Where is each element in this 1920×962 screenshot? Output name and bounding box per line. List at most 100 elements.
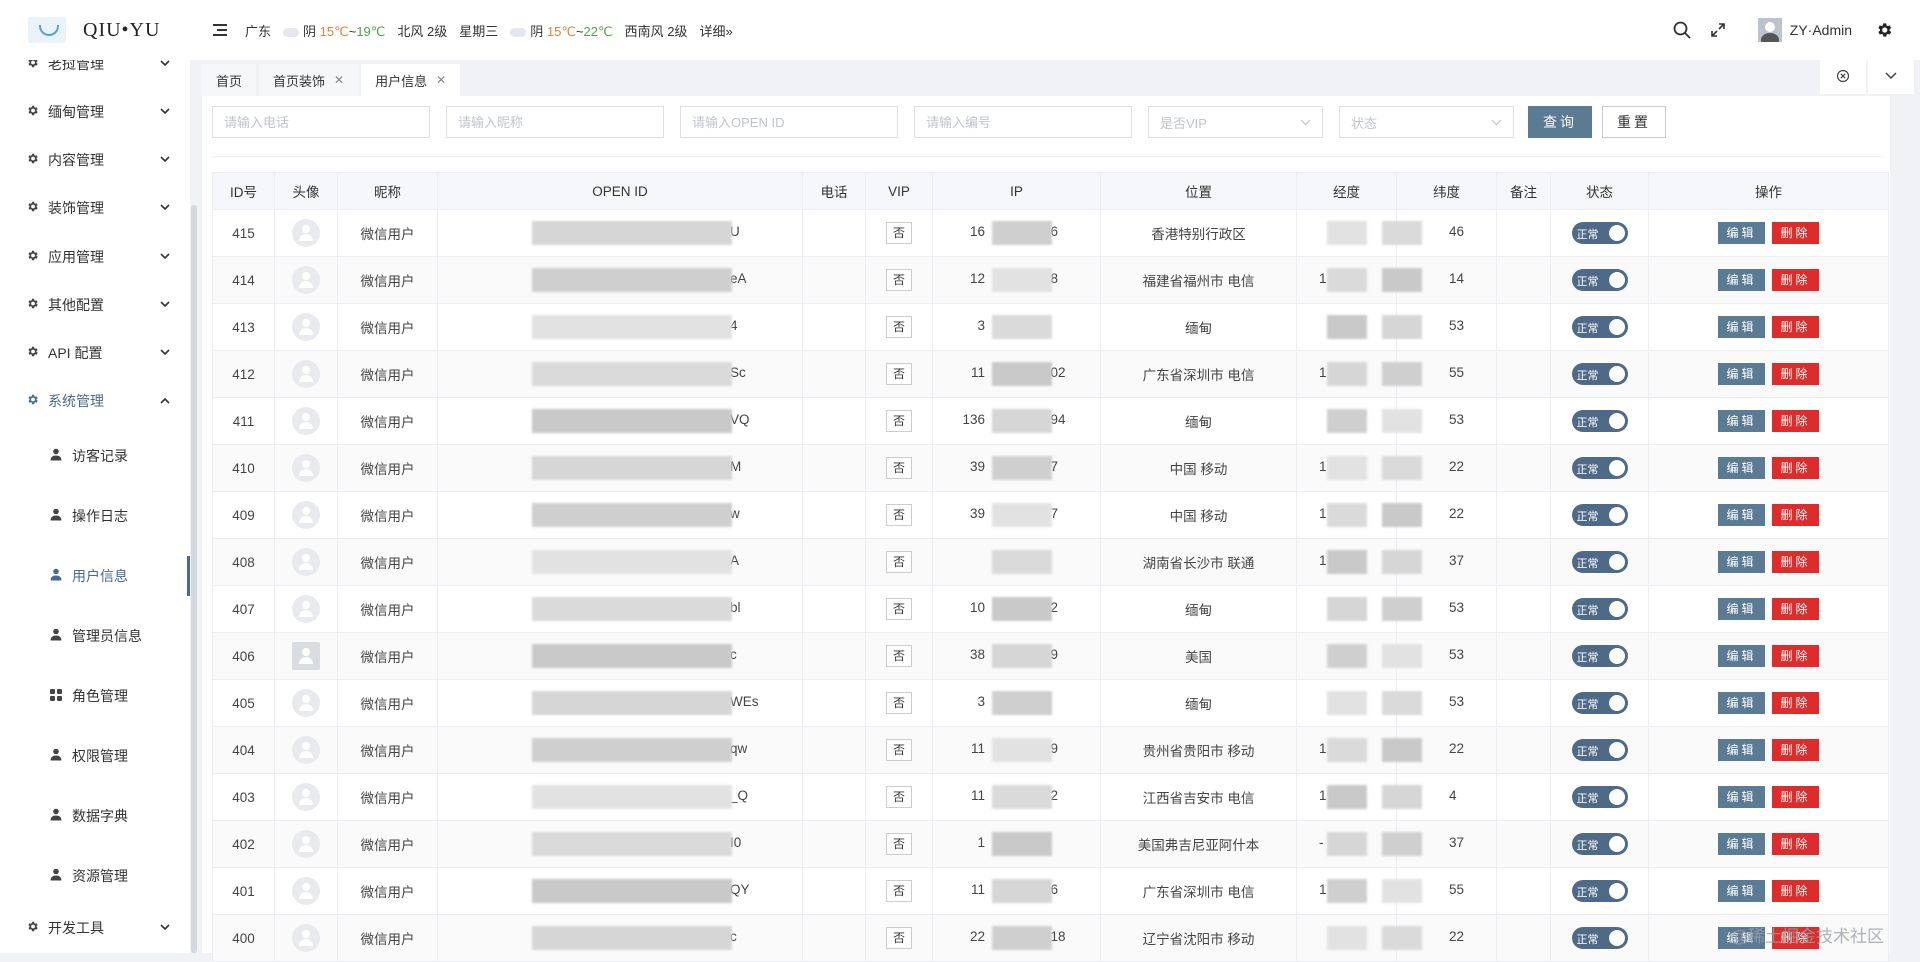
status-toggle[interactable]: 正常 xyxy=(1571,692,1628,714)
delete-button[interactable]: 删除 xyxy=(1772,363,1819,385)
status-toggle[interactable]: 正常 xyxy=(1571,786,1628,808)
delete-button[interactable]: 删除 xyxy=(1772,786,1819,808)
status-select[interactable]: 状态 xyxy=(1339,106,1514,138)
phone-cell xyxy=(802,632,866,680)
sidebar-item-label: 角色管理 xyxy=(72,688,128,704)
sidebar-item[interactable]: API 配置 xyxy=(0,333,190,373)
delete-button[interactable]: 删除 xyxy=(1772,833,1819,855)
close-icon[interactable]: ✕ xyxy=(334,73,344,87)
vip-cell: 否 xyxy=(865,350,933,398)
status-toggle[interactable]: 正常 xyxy=(1571,410,1628,432)
sidebar-item[interactable]: 数据字典 xyxy=(0,796,190,836)
edit-button[interactable]: 编辑 xyxy=(1718,316,1765,338)
logo[interactable]: QIU•YU xyxy=(0,0,195,60)
delete-button[interactable]: 删除 xyxy=(1772,457,1819,479)
status-toggle[interactable]: 正常 xyxy=(1571,363,1628,385)
edit-button[interactable]: 编辑 xyxy=(1718,833,1765,855)
sidebar-item[interactable]: 系统管理 xyxy=(0,381,190,421)
search-icon[interactable] xyxy=(1664,0,1700,60)
redaction-block xyxy=(1327,409,1367,433)
phone-input[interactable] xyxy=(212,106,430,138)
sidebar-item[interactable]: 访客记录 xyxy=(0,436,190,476)
close-tabs-icon[interactable] xyxy=(1820,58,1866,94)
close-icon[interactable]: ✕ xyxy=(436,73,446,87)
username[interactable]: ZY·Admin xyxy=(1790,22,1852,38)
nickname-input[interactable] xyxy=(446,106,664,138)
vip-select[interactable]: 是否VIP xyxy=(1148,106,1323,138)
menu-fold-icon[interactable] xyxy=(213,23,231,37)
delete-button[interactable]: 删除 xyxy=(1772,504,1819,526)
status-cell: 正常 xyxy=(1550,773,1649,821)
delete-button[interactable]: 删除 xyxy=(1772,269,1819,291)
reset-button[interactable]: 重置 xyxy=(1602,106,1666,138)
status-toggle[interactable]: 正常 xyxy=(1571,927,1628,949)
tab[interactable]: 首页装饰 ✕ xyxy=(259,64,359,96)
delete-button[interactable]: 删除 xyxy=(1772,316,1819,338)
delete-button[interactable]: 删除 xyxy=(1772,645,1819,667)
status-toggle[interactable]: 正常 xyxy=(1571,833,1628,855)
edit-button[interactable]: 编辑 xyxy=(1718,457,1765,479)
status-cell: 正常 xyxy=(1550,726,1649,774)
status-toggle[interactable]: 正常 xyxy=(1571,457,1628,479)
edit-button[interactable]: 编辑 xyxy=(1718,645,1765,667)
status-toggle[interactable]: 正常 xyxy=(1571,880,1628,902)
delete-button[interactable]: 删除 xyxy=(1772,410,1819,432)
openid-suffix: VQ xyxy=(730,412,750,427)
weather-more-link[interactable]: 详细» xyxy=(699,21,732,40)
sidebar-item[interactable]: 其他配置 xyxy=(0,285,190,325)
edit-button[interactable]: 编辑 xyxy=(1718,504,1765,526)
sidebar-item[interactable]: 权限管理 xyxy=(0,736,190,776)
status-toggle[interactable]: 正常 xyxy=(1571,269,1628,291)
sidebar-item[interactable]: 内容管理 xyxy=(0,140,190,180)
sidebar-item[interactable]: 角色管理 xyxy=(0,676,190,716)
number-input[interactable] xyxy=(914,106,1132,138)
tab[interactable]: 用户信息 ✕ xyxy=(361,64,461,96)
edit-button[interactable]: 编辑 xyxy=(1718,880,1765,902)
sidebar-scroll-thumb[interactable] xyxy=(191,205,197,953)
avatar[interactable] xyxy=(1757,18,1782,42)
fullscreen-icon[interactable] xyxy=(1700,0,1736,60)
status-toggle[interactable]: 正常 xyxy=(1571,504,1628,526)
edit-button[interactable]: 编辑 xyxy=(1718,410,1765,432)
edit-button[interactable]: 编辑 xyxy=(1718,222,1765,244)
delete-button[interactable]: 删除 xyxy=(1772,880,1819,902)
openid-input[interactable] xyxy=(680,106,898,138)
edit-button[interactable]: 编辑 xyxy=(1718,363,1765,385)
status-toggle[interactable]: 正常 xyxy=(1571,739,1628,761)
settings-gear-icon[interactable] xyxy=(1866,0,1902,60)
sidebar-item[interactable]: 管理员信息 xyxy=(0,616,190,656)
delete-button[interactable]: 删除 xyxy=(1772,551,1819,573)
status-toggle[interactable]: 正常 xyxy=(1571,222,1628,244)
delete-button[interactable]: 删除 xyxy=(1772,222,1819,244)
sidebar-item[interactable]: 用户信息 xyxy=(0,556,190,596)
sidebar-item[interactable]: 资源管理 xyxy=(0,856,190,896)
redaction-block xyxy=(532,503,732,527)
watermark: @稀土掘金技术社区 xyxy=(1730,927,1884,946)
delete-button[interactable]: 删除 xyxy=(1772,598,1819,620)
delete-button[interactable]: 删除 xyxy=(1772,739,1819,761)
edit-button[interactable]: 编辑 xyxy=(1718,739,1765,761)
sidebar-scrollbar[interactable] xyxy=(190,60,198,953)
sidebar-item[interactable]: 装饰管理 xyxy=(0,188,190,228)
status-cell: 正常 xyxy=(1550,914,1649,962)
edit-button[interactable]: 编辑 xyxy=(1718,692,1765,714)
status-toggle[interactable]: 正常 xyxy=(1571,598,1628,620)
delete-button[interactable]: 删除 xyxy=(1772,692,1819,714)
vip-badge: 否 xyxy=(886,504,912,526)
status-cell: 正常 xyxy=(1550,444,1649,492)
edit-button[interactable]: 编辑 xyxy=(1718,786,1765,808)
sidebar-item[interactable]: 老挝管理 xyxy=(0,60,190,84)
status-toggle[interactable]: 正常 xyxy=(1571,551,1628,573)
sidebar-item[interactable]: 应用管理 xyxy=(0,237,190,277)
sidebar-item[interactable]: 操作日志 xyxy=(0,496,190,536)
sidebar-item[interactable]: 缅甸管理 xyxy=(0,92,190,132)
edit-button[interactable]: 编辑 xyxy=(1718,551,1765,573)
edit-button[interactable]: 编辑 xyxy=(1718,598,1765,620)
edit-button[interactable]: 编辑 xyxy=(1718,269,1765,291)
query-button[interactable]: 查询 xyxy=(1528,106,1592,138)
status-toggle[interactable]: 正常 xyxy=(1571,316,1628,338)
status-toggle[interactable]: 正常 xyxy=(1571,645,1628,667)
chevron-down-icon[interactable] xyxy=(1868,58,1914,94)
tab[interactable]: 首页 xyxy=(202,64,257,96)
sidebar-item[interactable]: 开发工具 xyxy=(0,908,190,948)
